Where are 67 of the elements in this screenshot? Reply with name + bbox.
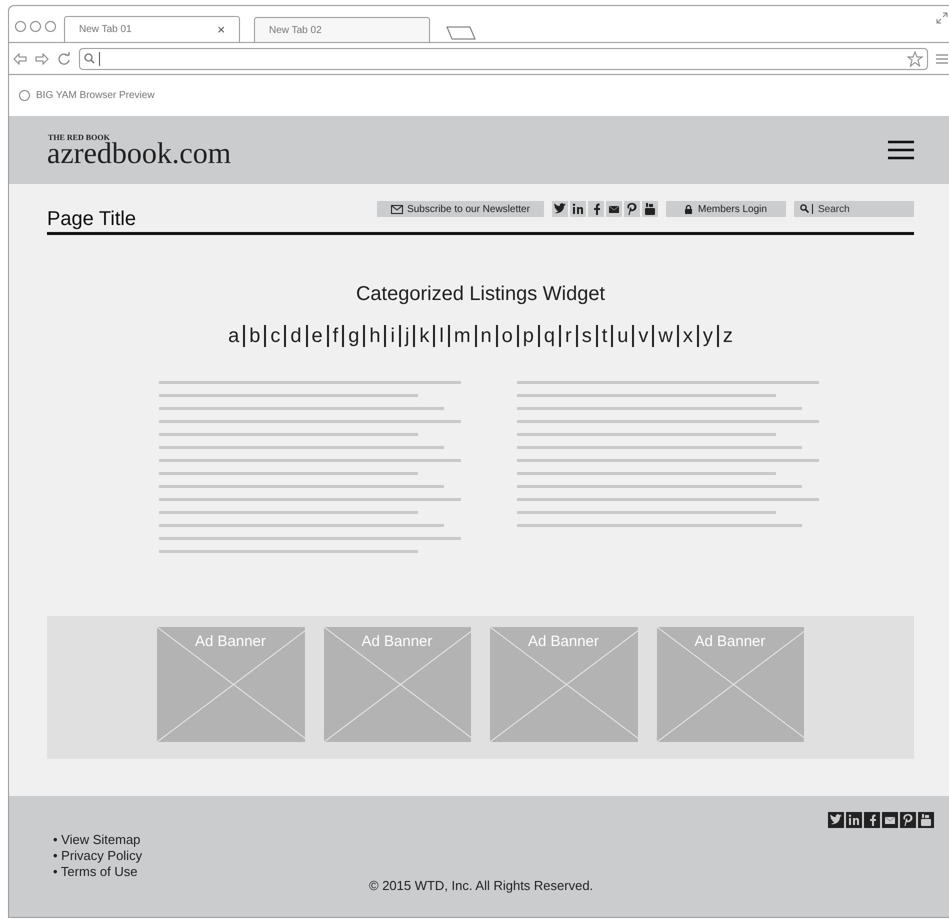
lock-icon <box>685 204 692 214</box>
back-icon[interactable] <box>13 52 27 64</box>
letter-link[interactable]: y <box>702 321 713 351</box>
envelope-icon[interactable] <box>882 812 898 828</box>
site-logo[interactable]: azredbook.com <box>47 142 232 166</box>
bookmark-link[interactable]: BIG YAM Browser Preview <box>36 88 155 103</box>
address-bar[interactable] <box>79 48 928 70</box>
letter-link[interactable]: s <box>582 321 592 351</box>
copyright-text: © 2015 WTD, Inc. All Rights Reserved. <box>369 877 594 895</box>
newsletter-button[interactable]: Subscribe to our Newsletter <box>377 201 544 217</box>
letter-link[interactable]: f <box>332 321 338 351</box>
new-tab-icon[interactable] <box>446 26 476 40</box>
search-icon <box>84 53 95 64</box>
letter-link[interactable]: i <box>390 321 395 351</box>
letter-link[interactable]: h <box>369 321 380 351</box>
letter-link[interactable]: x <box>682 321 693 351</box>
browser-tab[interactable]: New Tab 01 × <box>64 16 240 42</box>
expand-icon[interactable] <box>936 12 948 24</box>
page-title: Page Title <box>47 209 136 229</box>
members-login-button[interactable]: Members Login <box>666 201 786 217</box>
widget-title: Categorized Listings Widget <box>354 282 606 307</box>
letter-link[interactable]: l <box>439 321 444 351</box>
facebook-icon[interactable] <box>588 201 604 217</box>
linkedin-icon[interactable] <box>846 812 862 828</box>
bookmark-icon <box>19 90 30 101</box>
letter-link[interactable]: r <box>565 321 572 351</box>
window-button[interactable] <box>45 21 56 32</box>
pinterest-icon[interactable] <box>624 201 640 217</box>
reload-icon[interactable] <box>57 52 71 66</box>
linkedin-icon[interactable] <box>570 201 586 217</box>
letter-link[interactable]: b <box>249 321 260 351</box>
forward-icon[interactable] <box>35 52 49 64</box>
letter-link[interactable]: j <box>404 321 410 351</box>
letter-link[interactable]: e <box>312 321 323 351</box>
letter-link[interactable]: o <box>502 321 513 351</box>
letter-link[interactable]: m <box>454 321 471 351</box>
letter-link[interactable]: g <box>348 321 360 351</box>
menu-icon[interactable] <box>888 140 914 160</box>
footer-link[interactable]: • Privacy Policy <box>53 848 142 864</box>
letter-link[interactable]: z <box>722 321 733 351</box>
letter-link[interactable]: u <box>617 321 628 351</box>
envelope-icon <box>391 204 404 214</box>
bird-icon[interactable] <box>552 201 568 217</box>
pinterest-icon[interactable] <box>900 812 916 828</box>
star-icon[interactable] <box>907 50 923 66</box>
letter-link[interactable]: c <box>270 321 280 351</box>
letter-link[interactable]: p <box>522 321 534 351</box>
window-button[interactable] <box>15 21 26 32</box>
search-field[interactable]: Search <box>794 201 914 217</box>
search-icon <box>800 204 809 213</box>
letter-link[interactable]: d <box>290 321 302 351</box>
browser-tab[interactable]: New Tab 02 <box>254 17 430 43</box>
footer-link[interactable]: • View Sitemap <box>53 832 142 848</box>
bird-icon[interactable] <box>828 812 844 828</box>
window-button[interactable] <box>30 21 41 32</box>
footer-link[interactable]: • Terms of Use <box>53 864 142 880</box>
letter-link[interactable]: n <box>480 321 492 351</box>
letter-link[interactable]: v <box>638 321 648 351</box>
envelope-icon[interactable] <box>606 201 622 217</box>
facebook-icon[interactable] <box>864 812 880 828</box>
letter-link[interactable]: a <box>228 321 240 351</box>
close-icon[interactable]: × <box>217 20 225 40</box>
letter-link[interactable]: w <box>658 321 673 351</box>
letter-link[interactable]: t <box>602 321 608 351</box>
logo-tagline: THE RED BOOK <box>48 134 110 142</box>
letter-link[interactable]: k <box>419 321 430 351</box>
letter-link[interactable]: q <box>544 321 556 351</box>
